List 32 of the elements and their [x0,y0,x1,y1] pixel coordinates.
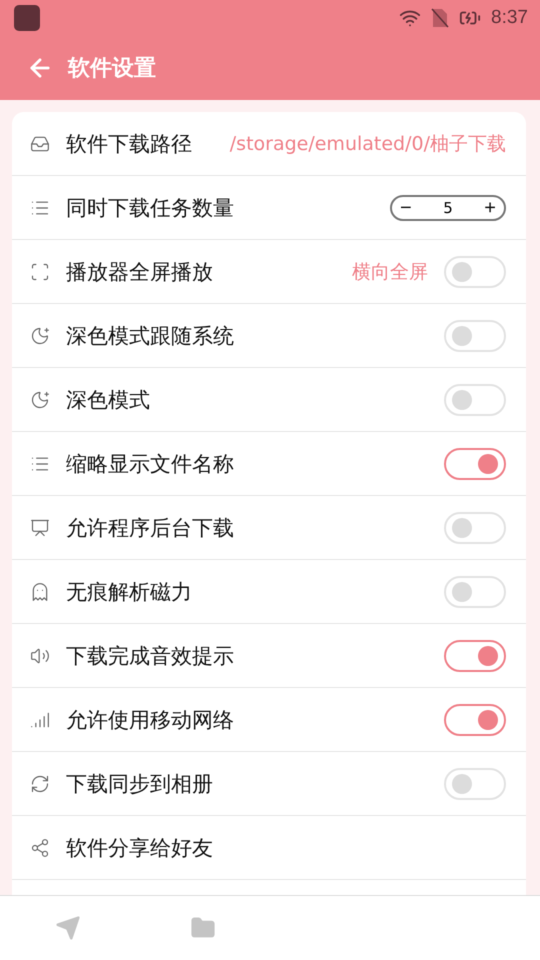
scan-icon [30,262,50,282]
setting-label: 同时下载任务数量 [66,194,235,222]
moon-icon [30,326,50,346]
toggle-switch[interactable] [444,640,506,672]
setting-label: 缩略显示文件名称 [66,450,235,478]
setting-label: 允许使用移动网络 [66,706,235,734]
toggle-switch[interactable] [444,448,506,480]
app-icon [14,5,40,31]
send-icon [54,915,80,941]
setting-label: 深色模式 [66,386,151,414]
setting-label: 软件下载路径 [66,130,193,158]
mode-value: 横向全屏 [352,260,428,284]
setting-label: 深色模式跟随系统 [66,322,235,350]
chart-icon [30,518,50,538]
setting-label: 下载完成音效提示 [66,642,235,670]
moon-icon [30,390,50,410]
setting-label: 播放器全屏播放 [66,258,214,286]
no-sim-icon [431,8,450,28]
count-value: 5 [443,198,453,216]
ghost-icon [30,582,50,602]
setting-label: 下载同步到相册 [66,770,214,798]
setting-label: 无痕解析磁力 [66,578,193,606]
minus-button[interactable]: − [400,198,412,218]
sync-icon [30,774,50,794]
clock: 8:37 [491,7,528,29]
setting-label: 允许程序后台下载 [66,514,235,542]
setting-label: 软件分享给好友 [66,834,214,862]
page-title: 软件设置 [68,55,156,83]
plus-button[interactable]: + [484,198,496,218]
sound-icon [30,646,50,666]
share-icon [30,838,50,858]
toggle-switch[interactable] [444,704,506,736]
